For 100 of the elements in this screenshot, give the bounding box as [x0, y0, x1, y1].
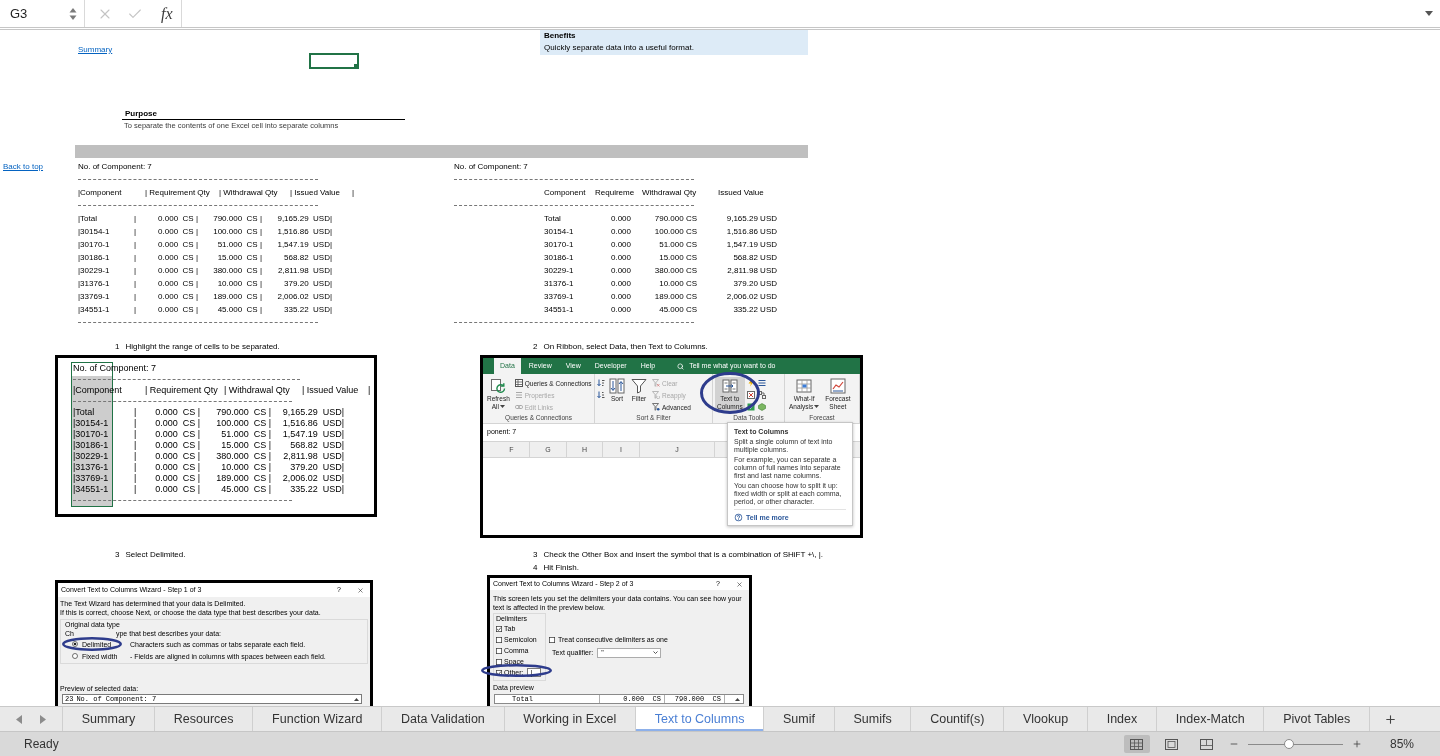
table-cell-text: 30186-1 — [544, 252, 575, 263]
table-cell-text: |31376-1 — [73, 462, 110, 473]
caret-icon — [500, 404, 505, 408]
summary-link[interactable]: Summary — [78, 45, 113, 54]
table-cell-text: 31376-1 — [544, 278, 575, 289]
step-text: Hit Finish. — [543, 562, 579, 573]
page-break-icon — [1200, 738, 1214, 750]
table-cell-text: 0.000 — [609, 226, 632, 237]
zoom-in-icon[interactable] — [1351, 739, 1362, 749]
add-sheet-icon[interactable] — [1384, 712, 1397, 726]
radio-button[interactable] — [72, 653, 78, 659]
table-cell-text: | — [134, 418, 138, 429]
step-number: 3 — [533, 549, 538, 560]
table-cell-text: 380.000 CS | — [215, 451, 271, 462]
purpose-heading: Purpose — [122, 109, 405, 120]
lightning-icon[interactable] — [746, 379, 755, 387]
slider-thumb[interactable] — [1283, 739, 1294, 749]
checkbox[interactable] — [496, 625, 502, 632]
split-columns-icon — [721, 378, 738, 394]
sheet-tab[interactable]: Text to Columns — [636, 707, 765, 731]
rows-icon[interactable] — [757, 379, 766, 387]
search-icon[interactable] — [677, 362, 685, 370]
sort-icon[interactable] — [597, 391, 605, 399]
table-x-icon[interactable] — [746, 391, 755, 399]
table-cell-text: |30229-1 — [78, 265, 111, 276]
column-header: Issued Value — [718, 187, 765, 198]
step-number: 4 — [533, 562, 538, 573]
table-cell-text: 0.000 CS | — [154, 462, 200, 473]
table-cell-text: |33769-1 — [73, 473, 110, 484]
caret-up-icon[interactable] — [735, 697, 740, 701]
table-cell-text: | — [134, 462, 138, 473]
table-cell-text: | — [134, 407, 138, 418]
table-cell-text: 0.000 CS | — [157, 278, 198, 289]
back-to-top-link[interactable]: Back to top — [3, 160, 44, 173]
help-icon[interactable] — [734, 513, 743, 522]
table-cell-text: |30154-1 — [78, 226, 111, 237]
triangle-right-icon[interactable] — [40, 714, 46, 724]
table-cell-text: 33769-1 — [544, 291, 575, 302]
sort-icon[interactable] — [597, 379, 605, 387]
table-cell-text: | — [134, 226, 138, 237]
table-cell-text: | — [134, 278, 138, 289]
name-box[interactable]: G3 — [0, 0, 85, 27]
table-cell-text: 45.000 CS | — [220, 484, 271, 495]
table-cell-text: 790.000 CS | — [215, 407, 271, 418]
caret-up-icon[interactable] — [354, 697, 359, 701]
table-cell-text: 10.000 CS | — [220, 462, 271, 473]
linked-boxes-icon[interactable] — [757, 391, 766, 399]
table-cell-text: 0.000 — [609, 278, 632, 289]
table-cell-text: 790.000 CS — [653, 213, 698, 224]
table-cell-text: 0.000 CS | — [157, 226, 198, 237]
column-header: | Withdrawal Qty — [224, 385, 291, 396]
zoom-level: 85% — [1389, 737, 1414, 751]
table-cell-text: | — [134, 252, 138, 263]
status-text: Ready — [24, 737, 59, 751]
step-number: 2 — [533, 341, 538, 352]
table-cell-text: 51.000 CS — [658, 239, 698, 250]
table-cell-text: | — [134, 440, 138, 451]
table-cell-text: 568.82 USD| — [289, 440, 344, 451]
caret-down-icon[interactable] — [1425, 11, 1433, 16]
table-cell-text: |Total — [73, 407, 96, 418]
report-title: No. of Component: 7 — [78, 161, 152, 172]
column-header: | — [352, 187, 356, 198]
column-header: Requireme — [595, 187, 636, 198]
insert-function-button[interactable]: fx — [159, 4, 175, 23]
table-cell-text: 15.000 CS — [658, 252, 698, 263]
table-cell-text: |34551-1 — [78, 304, 111, 315]
table-cell-text: | — [134, 473, 138, 484]
checkbox[interactable] — [496, 636, 502, 643]
table-cell-text: 2,811.98 USD| — [277, 265, 332, 276]
table-cell-text: 10.000 CS — [658, 278, 698, 289]
table-cell-text: |Total — [78, 213, 98, 224]
table-cell-text: |31376-1 — [78, 278, 111, 289]
checkbox[interactable] — [496, 647, 502, 654]
table-cell-text: 15.000 CS | — [216, 252, 262, 263]
annotation-ellipse — [481, 664, 552, 677]
spinner-icon[interactable] — [69, 6, 77, 21]
checkbox[interactable] — [496, 669, 502, 676]
checkbox[interactable] — [496, 658, 502, 665]
table-cell-text: 0.000 CS | — [157, 213, 198, 224]
checkbox[interactable] — [549, 636, 555, 643]
chevron-down-icon[interactable] — [652, 649, 660, 656]
close-icon[interactable] — [357, 586, 364, 594]
column-header: | Requirement Qty — [145, 385, 219, 396]
table-cell-text: 0.000 CS | — [157, 239, 198, 250]
column-header: | Issued Value — [290, 187, 341, 198]
funnel-icon — [652, 391, 660, 399]
close-icon[interactable] — [736, 580, 743, 588]
column-header: Component — [544, 187, 587, 198]
table-cell-text: | — [134, 213, 138, 224]
column-header: | Issued Value — [302, 385, 360, 396]
table-cell-text: |30186-1 — [73, 440, 110, 451]
checkmark-square-icon[interactable] — [746, 403, 755, 411]
radio-button[interactable] — [72, 641, 78, 647]
table-cell-text: 1,516.86 USD — [725, 226, 778, 237]
view-button[interactable] — [1123, 735, 1150, 753]
table-cell-text: 30170-1 — [544, 239, 575, 250]
table-cell-text: 34551-1 — [544, 304, 575, 315]
triangle-left-icon[interactable] — [16, 714, 22, 724]
table-cell-text: 0.000 CS | — [154, 451, 200, 462]
table-cell-text: 380.000 CS | — [212, 265, 262, 276]
